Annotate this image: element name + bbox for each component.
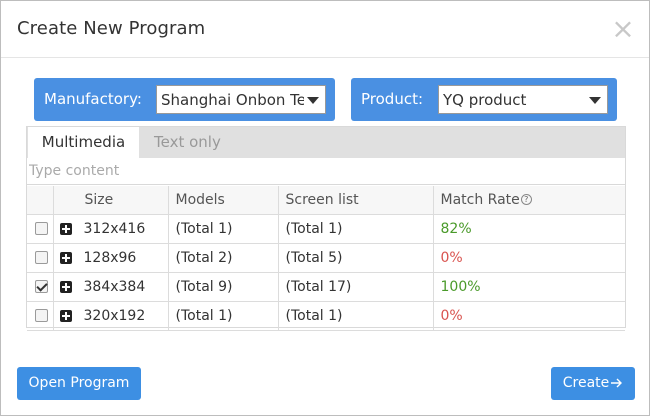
- models-cell: (Total 1): [168, 301, 279, 331]
- dialog-title: Create New Program: [17, 18, 206, 39]
- table-row[interactable]: 320x192 (Total 1) (Total 1) 0%: [27, 301, 625, 331]
- match-rate-cell: 100%: [433, 272, 625, 302]
- manufactory-value: Shanghai Onbon Te: [161, 91, 307, 109]
- manufactory-select[interactable]: Shanghai Onbon Te: [156, 85, 326, 114]
- create-button-label: Create: [562, 375, 610, 391]
- product-label: Product:: [361, 90, 424, 108]
- caret-down-icon: [304, 90, 322, 110]
- plus-square-icon[interactable]: [59, 251, 72, 264]
- size-value: 128x96: [83, 249, 137, 266]
- row-select-cell: [27, 272, 54, 302]
- table-row[interactable]: 128x96 (Total 2) (Total 5) 0%: [27, 243, 625, 273]
- manufactory-filter: Manufactory: Shanghai Onbon Te: [34, 78, 335, 121]
- header-match-rate: Match Rate?: [433, 186, 625, 215]
- size-value: 312x416: [83, 220, 146, 237]
- header-select: [27, 186, 54, 215]
- header-match-rate-label: Match Rate: [440, 191, 520, 208]
- arrow-right-icon: [611, 378, 623, 388]
- header-models: Models: [168, 186, 279, 215]
- row-select-cell: [27, 214, 54, 244]
- match-rate-cell: 0%: [433, 301, 625, 331]
- create-button[interactable]: Create: [551, 367, 635, 400]
- screen-table: Size Models Screen list Match Rate? 312x…: [27, 186, 625, 331]
- row-select-cell: [27, 243, 54, 273]
- table-header-row: Size Models Screen list Match Rate?: [27, 186, 625, 215]
- close-icon[interactable]: ×: [611, 15, 635, 43]
- product-select[interactable]: YQ product: [438, 85, 608, 114]
- question-circle-icon[interactable]: ?: [520, 194, 532, 206]
- header-screen-list: Screen list: [278, 186, 434, 215]
- table-row[interactable]: 384x384 (Total 9) (Total 17) 100%: [27, 272, 625, 302]
- open-program-button[interactable]: Open Program: [17, 367, 141, 400]
- dialog-header: Create New Program ×: [1, 1, 649, 58]
- screen-list-cell: (Total 17): [278, 272, 434, 302]
- plus-square-icon[interactable]: [59, 222, 72, 235]
- manufactory-label: Manufactory:: [44, 90, 142, 108]
- plus-square-icon[interactable]: [59, 309, 72, 322]
- size-value: 384x384: [83, 278, 146, 295]
- row-checkbox[interactable]: [35, 222, 48, 235]
- screen-list-cell: (Total 1): [278, 301, 434, 331]
- create-program-dialog: Create New Program × Manufactory: Shangh…: [0, 0, 650, 416]
- size-cell: 312x416: [53, 214, 169, 244]
- tab-text-only[interactable]: Text only: [154, 127, 244, 158]
- size-value: 320x192: [83, 307, 146, 324]
- table-row[interactable]: 312x416 (Total 1) (Total 1) 82%: [27, 214, 625, 244]
- caret-down-icon: [586, 90, 604, 110]
- match-rate-cell: 0%: [433, 243, 625, 273]
- row-checkbox[interactable]: [35, 280, 48, 293]
- size-cell: 128x96: [53, 243, 169, 273]
- header-size: Size: [53, 186, 169, 215]
- tab-multimedia[interactable]: Multimedia: [28, 127, 139, 158]
- models-cell: (Total 1): [168, 214, 279, 244]
- search-bar: [27, 158, 625, 185]
- header-size-label: Size: [84, 191, 114, 208]
- product-value: YQ product: [443, 91, 527, 109]
- size-cell: 320x192: [53, 301, 169, 331]
- row-select-cell: [27, 301, 54, 331]
- row-checkbox[interactable]: [35, 309, 48, 322]
- screen-list-cell: (Total 5): [278, 243, 434, 273]
- search-input[interactable]: [27, 158, 625, 184]
- screen-list-cell: (Total 1): [278, 214, 434, 244]
- size-cell: 384x384: [53, 272, 169, 302]
- tab-bar: Multimedia Text only: [27, 127, 625, 158]
- models-cell: (Total 9): [168, 272, 279, 302]
- product-filter: Product: YQ product: [351, 78, 617, 121]
- plus-square-icon[interactable]: [59, 280, 72, 293]
- match-rate-cell: 82%: [433, 214, 625, 244]
- models-cell: (Total 2): [168, 243, 279, 273]
- program-panel: Multimedia Text only Size Models Screen …: [26, 126, 626, 331]
- row-checkbox[interactable]: [35, 251, 48, 264]
